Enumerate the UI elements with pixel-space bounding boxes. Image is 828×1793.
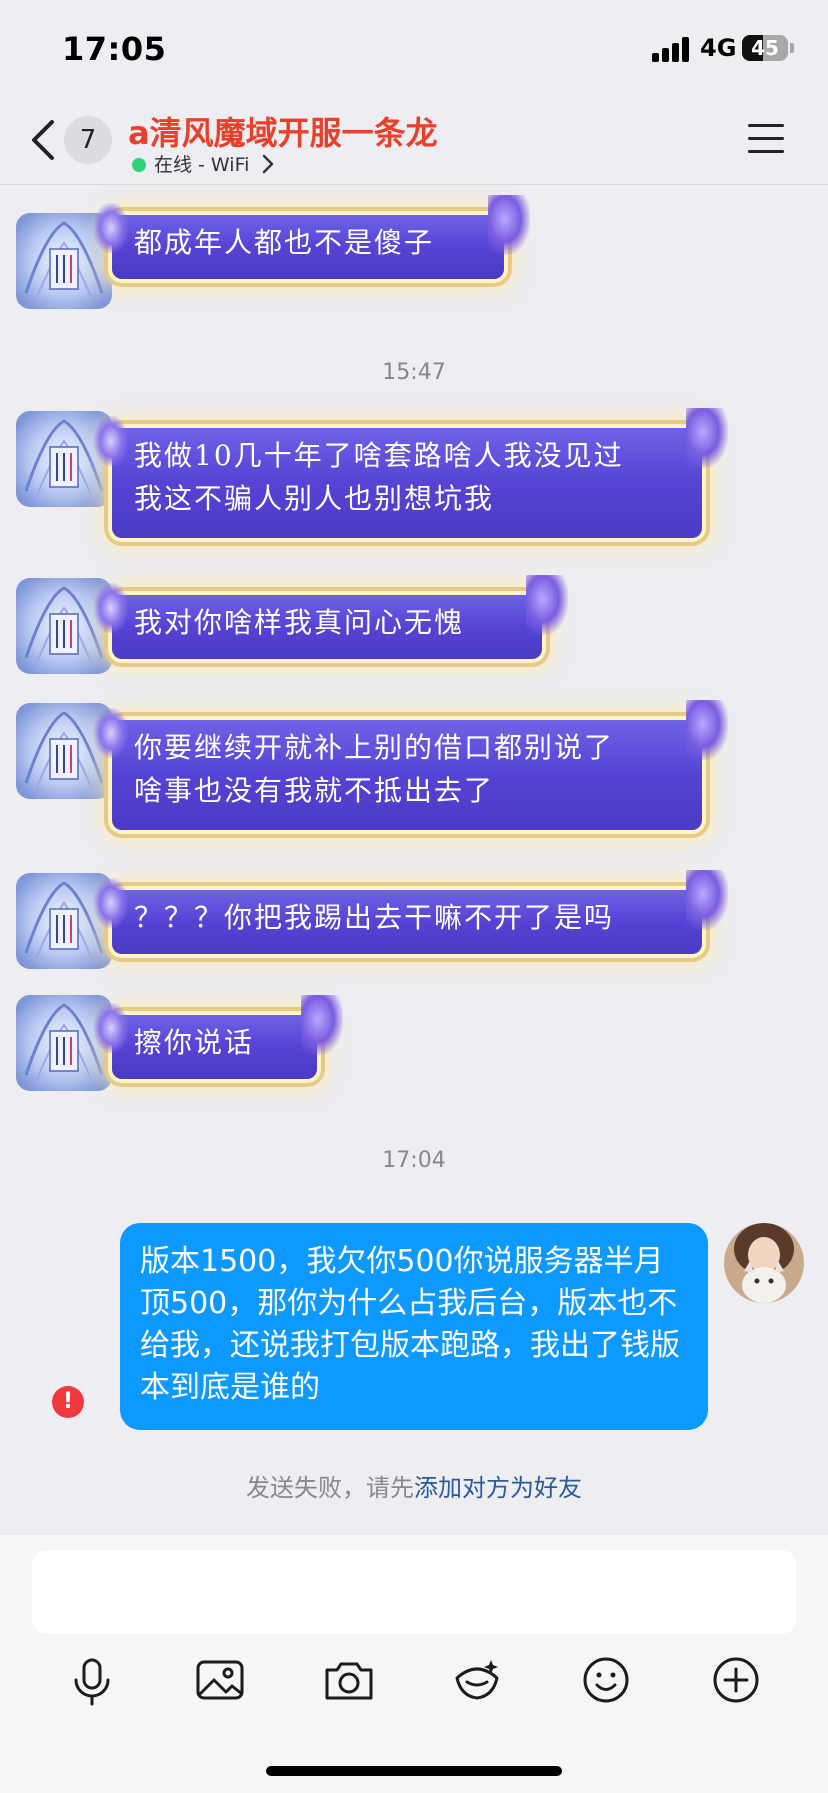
incoming-message-bubble[interactable]: 我做10几十年了啥套路啥人我没见过 我这不骗人别人也别想坑我 [94, 408, 728, 538]
cellular-signal-icon [652, 36, 692, 62]
message-timestamp: 17:04 [382, 1148, 446, 1173]
message-line: 擦你说话 [134, 1026, 255, 1059]
incoming-message-bubble[interactable]: 你要继续开就补上别的借口都别说了 啥事也没有我就不抵出去了 [94, 700, 728, 830]
emoji-icon[interactable] [578, 1652, 634, 1708]
message-line: 都成年人都也不是傻子 [134, 226, 435, 259]
add-friend-link[interactable]: 添加对方为好友 [414, 1474, 582, 1502]
battery-icon: 45 [742, 35, 788, 61]
online-dot-icon [132, 158, 146, 172]
message-line: 我对你啥样我真问心无愧 [134, 606, 465, 639]
sticker-icon[interactable] [449, 1652, 505, 1708]
presence-status[interactable]: 在线 - WiFi [132, 150, 275, 176]
message-line: ？？？你把我踢出去干嘛不开了是吗 [134, 901, 615, 934]
chat-title[interactable]: a清风魔域开服一条龙 [128, 108, 438, 154]
message-line: 啥事也没有我就不抵出去了 [134, 774, 495, 807]
incoming-message-bubble[interactable]: 我对你啥样我真问心无愧 [94, 575, 568, 659]
image-icon[interactable] [192, 1652, 248, 1708]
message-timestamp: 15:47 [382, 360, 446, 385]
network-type: 4G [700, 34, 737, 62]
microphone-icon[interactable] [64, 1652, 120, 1708]
camera-icon[interactable] [321, 1652, 377, 1708]
status-bar: 17:05 4G 45 [0, 0, 828, 100]
outgoing-message-bubble[interactable]: 版本1500，我欠你500你说服务器半月顶500，那你为什么占我后台，版本也不给… [120, 1223, 708, 1430]
incoming-message-bubble[interactable]: 都成年人都也不是傻子 [94, 195, 530, 279]
send-failed-notice: 发送失败，请先添加对方为好友 [0, 1468, 828, 1503]
incoming-message-bubble[interactable]: 擦你说话 [94, 995, 343, 1079]
notice-text: 发送失败，请先 [246, 1474, 414, 1502]
message-line: 我这不骗人别人也别想坑我 [134, 482, 495, 515]
send-failed-icon[interactable]: ! [52, 1386, 84, 1418]
plus-icon[interactable] [708, 1652, 764, 1708]
battery-level: 45 [751, 36, 779, 60]
home-indicator[interactable] [266, 1766, 562, 1776]
message-line: 我做10几十年了啥套路啥人我没见过 [134, 439, 624, 472]
status-time: 17:05 [62, 30, 167, 68]
my-avatar[interactable] [724, 1223, 804, 1303]
message-input[interactable] [32, 1550, 796, 1634]
back-chevron-icon[interactable] [26, 116, 60, 164]
message-line: 你要继续开就补上别的借口都别说了 [134, 731, 615, 764]
presence-text: 在线 - WiFi [154, 154, 250, 176]
chevron-right-icon [263, 154, 274, 174]
menu-icon[interactable] [748, 124, 784, 154]
incoming-message-bubble[interactable]: ？？？你把我踢出去干嘛不开了是吗 [94, 870, 728, 954]
unread-count-badge[interactable]: 7 [64, 116, 112, 164]
